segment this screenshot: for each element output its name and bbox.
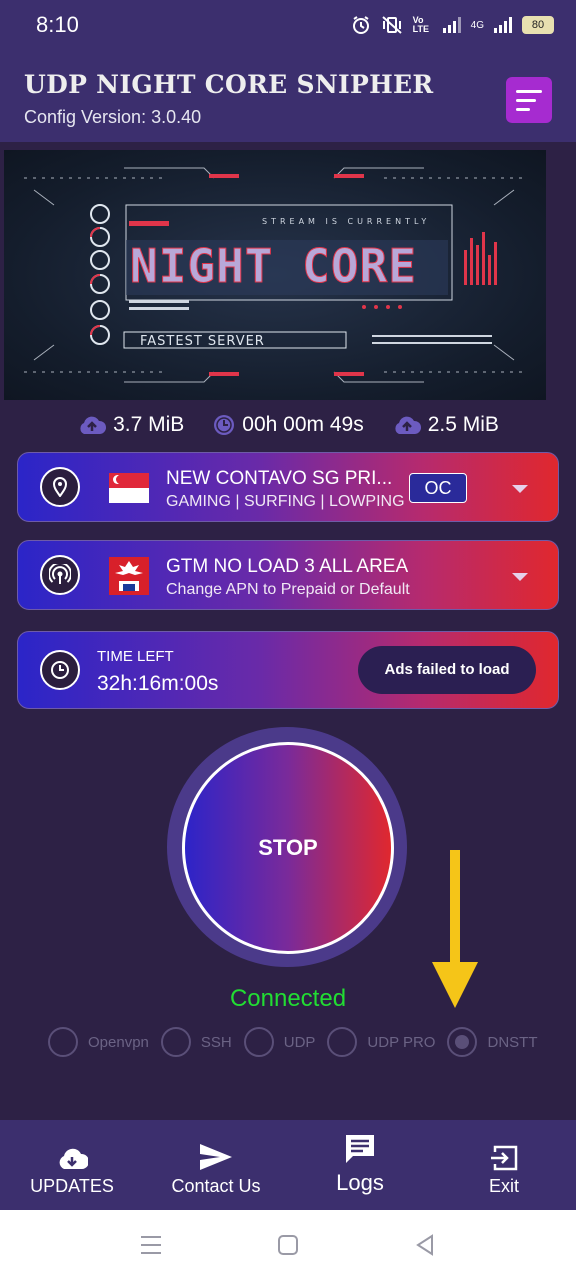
chevron-down-icon	[512, 485, 528, 493]
nav-logs[interactable]: Logs	[320, 1120, 400, 1210]
system-navigation-bar	[0, 1210, 576, 1280]
nav-contact-label: Contact Us	[171, 1176, 261, 1196]
chat-icon	[346, 1135, 374, 1163]
cloud-download-icon	[59, 1148, 88, 1169]
nav-updates-label: UPDATES	[30, 1176, 114, 1196]
upload-value: 3.7 MiB	[113, 413, 185, 436]
network-type: 4G	[470, 19, 484, 31]
nav-updates[interactable]: UPDATES	[22, 1120, 122, 1210]
stop-button[interactable]: STOP	[182, 742, 394, 954]
chevron-down-icon	[512, 573, 528, 581]
singapore-flag-icon	[109, 473, 149, 503]
nav-exit-label: Exit	[488, 1176, 519, 1196]
protocol-label: DNSTT	[487, 1033, 538, 1051]
send-icon	[200, 1144, 232, 1170]
network-logo-icon	[109, 557, 149, 595]
ads-button[interactable]: Ads failed to load	[358, 646, 536, 694]
app-bar: UDP NIGHT CORE SNIPHER Config Version: 3…	[0, 50, 576, 142]
banner-caption: FASTEST SERVER	[140, 334, 265, 349]
protocol-selector: Openvpn SSH UDP UDP PRO DNSTT	[48, 1027, 549, 1057]
nav-contact[interactable]: Contact Us	[160, 1120, 272, 1210]
download-value: 2.5 MiB	[427, 413, 499, 436]
broadcast-icon	[40, 555, 80, 595]
cloud-download-stat-icon	[395, 416, 421, 434]
server-badge: OC	[409, 473, 467, 503]
time-left-value: 32h:16m:00s	[97, 672, 219, 695]
nav-exit[interactable]: Exit	[474, 1120, 534, 1210]
menu-icon	[516, 89, 542, 93]
radio-icon	[160, 1027, 191, 1057]
banner-art: STREAM IS CURRENTLY NIGHT CORE FASTEST S…	[24, 167, 524, 383]
timer-icon	[40, 650, 80, 690]
volte-label: Vo LTE	[412, 15, 429, 34]
app-title: UDP NIGHT CORE SNIPHER	[24, 70, 434, 99]
upload-stat: 3.7 MiB	[77, 413, 184, 437]
protocol-option-udp[interactable]: UDP	[243, 1027, 316, 1057]
duration-stat: 00h 00m 49s	[212, 413, 364, 437]
server-selector[interactable]: NEW CONTAVO SG PRI... GAMING | SURFING |…	[17, 452, 559, 522]
protocol-label: Openvpn	[88, 1033, 149, 1051]
config-version: Config Version: 3.0.40	[24, 107, 202, 127]
protocol-option-ssh[interactable]: SSH	[160, 1027, 232, 1057]
protocol-option-openvpn[interactable]: Openvpn	[48, 1027, 149, 1057]
time-left-card: TIME LEFT 32h:16m:00s Ads failed to load	[17, 631, 559, 709]
radio-icon	[243, 1027, 274, 1057]
location-pin-icon	[40, 467, 80, 507]
network-name: GTM NO LOAD 3 ALL AREA	[166, 556, 409, 577]
home-icon[interactable]	[277, 1234, 299, 1256]
banner-tagline: STREAM IS CURRENTLY	[262, 217, 430, 226]
download-stat: 2.5 MiB	[392, 413, 499, 437]
protocol-option-dnstt[interactable]: DNSTT	[447, 1027, 537, 1057]
signal-icon-2	[494, 17, 512, 33]
bottom-navigation: UPDATES Contact Us Logs Exit	[0, 1120, 576, 1210]
signal-icon-1	[442, 17, 461, 33]
radio-checked-icon	[447, 1027, 478, 1057]
connection-status: Connected	[229, 985, 347, 1012]
radio-icon	[327, 1027, 358, 1057]
status-bar: 8:10 Vo LTE 4G 80	[0, 0, 576, 50]
alarm-icon	[352, 16, 369, 34]
battery-icon: 80	[522, 16, 554, 34]
duration-value: 00h 00m 49s	[242, 413, 364, 436]
protocol-label: UDP PRO	[367, 1033, 436, 1051]
radio-icon	[48, 1027, 78, 1057]
banner-logo: NIGHT CORE	[130, 239, 417, 293]
mute-vibrate-icon	[381, 16, 402, 34]
traffic-stats: 3.7 MiB 00h 00m 49s 2.5 MiB	[0, 405, 576, 445]
cloud-upload-icon	[80, 416, 107, 434]
network-selector[interactable]: GTM NO LOAD 3 ALL AREA Change APN to Pre…	[17, 540, 559, 610]
back-icon[interactable]	[414, 1234, 436, 1256]
nav-logs-label: Logs	[336, 1170, 384, 1195]
time-left-label: TIME LEFT	[97, 648, 174, 665]
recents-icon[interactable]	[140, 1234, 162, 1256]
banner-image: STREAM IS CURRENTLY NIGHT CORE FASTEST S…	[4, 150, 546, 400]
menu-button[interactable]	[506, 77, 552, 123]
network-hint: Change APN to Prepaid or Default	[166, 581, 410, 598]
status-time: 8:10	[36, 12, 79, 37]
server-name: NEW CONTAVO SG PRI...	[166, 468, 393, 489]
protocol-option-udp-pro[interactable]: UDP PRO	[327, 1027, 435, 1057]
protocol-label: UDP	[283, 1033, 316, 1051]
clock-icon	[214, 415, 235, 435]
protocol-label: SSH	[200, 1033, 232, 1051]
server-tags: GAMING | SURFING | LOWPING	[166, 493, 405, 510]
exit-icon	[491, 1145, 518, 1171]
status-icons: Vo LTE 4G 80	[351, 15, 554, 35]
